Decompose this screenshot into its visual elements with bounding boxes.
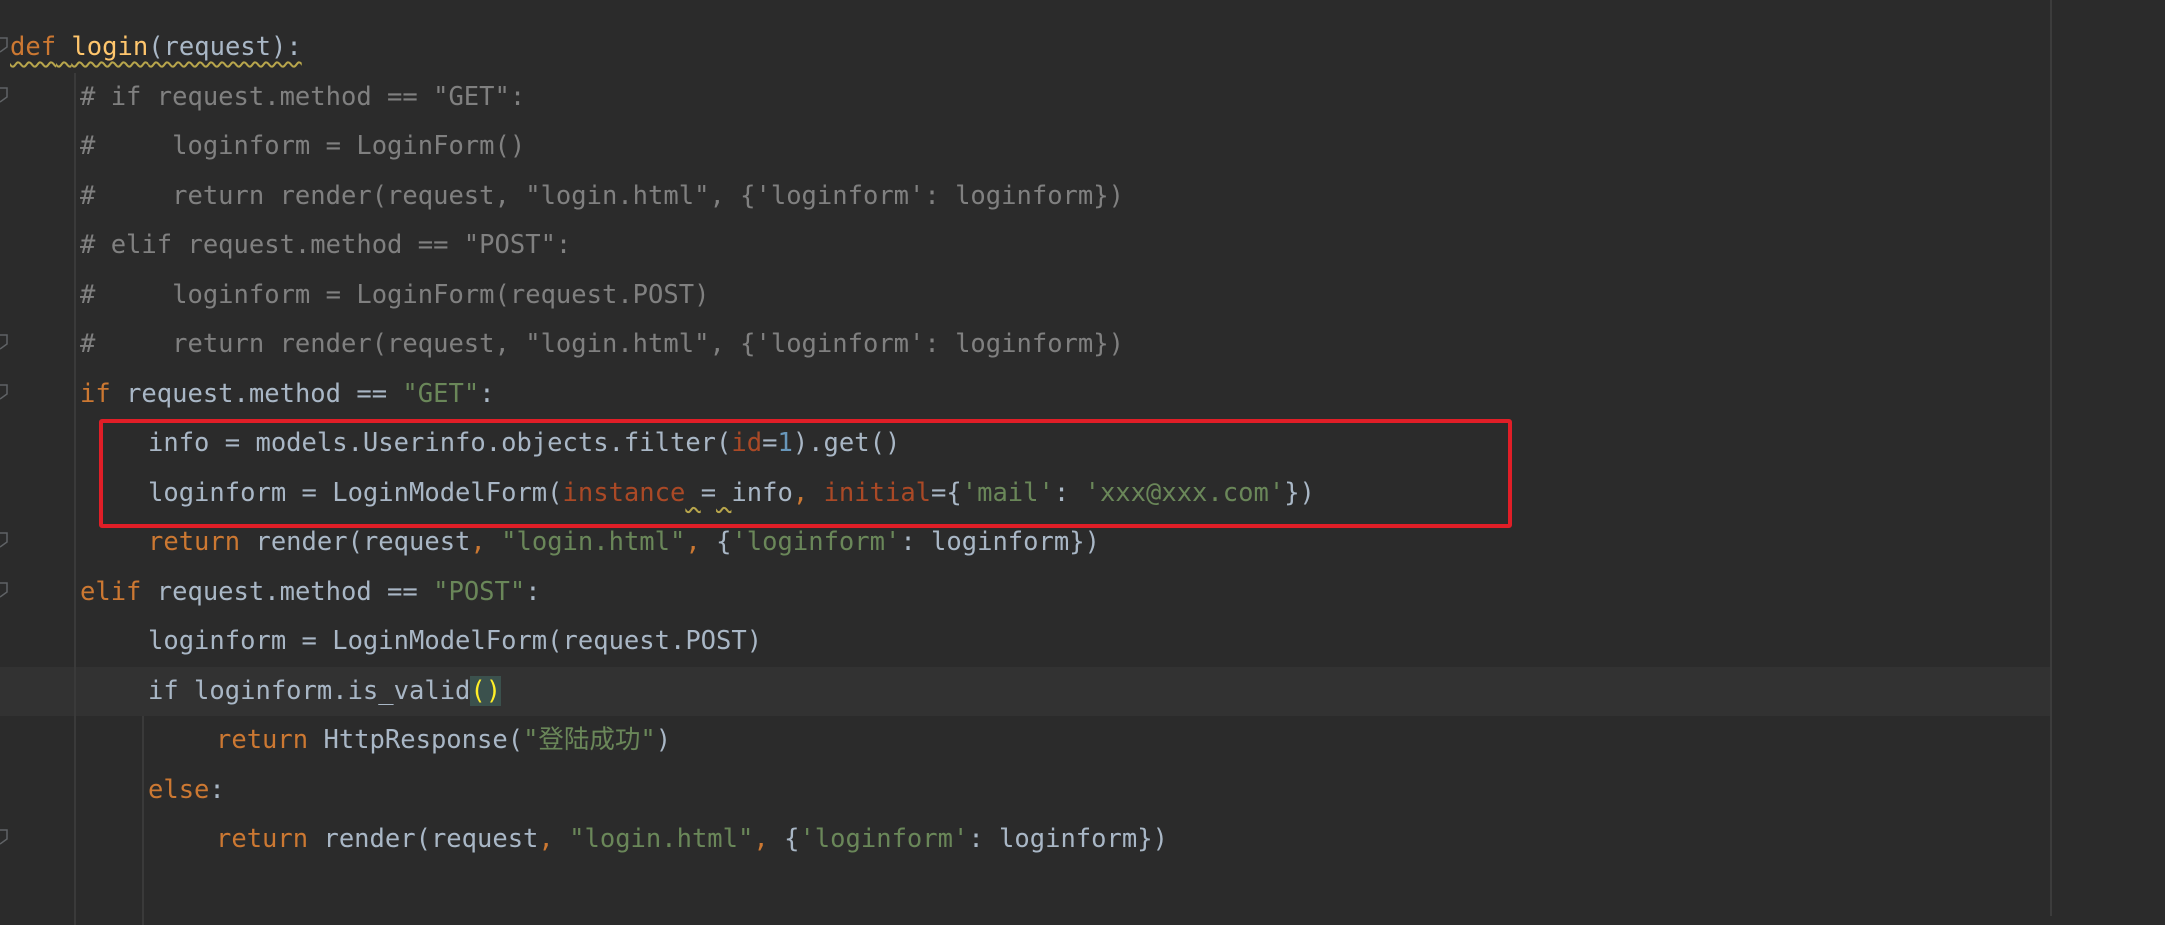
code-line[interactable]: # return render(request, "login.html", {… <box>0 172 2050 222</box>
indent-guide <box>142 716 144 925</box>
code-line-text: elif request.method == "POST": <box>80 576 541 607</box>
fold-marker-icon[interactable] <box>0 86 9 103</box>
fold-marker-icon[interactable] <box>0 581 9 598</box>
code-line-text: if loginform.is_valid() <box>148 675 502 706</box>
indent-guide <box>74 72 76 925</box>
code-line[interactable]: # if request.method == "GET": <box>0 73 2050 123</box>
fold-marker-icon[interactable] <box>0 532 9 548</box>
fold-marker-icon[interactable] <box>0 37 9 53</box>
code-line-text: else: <box>148 774 225 805</box>
code-line-text: return HttpResponse("登陆成功") <box>216 725 672 755</box>
fold-marker-icon[interactable] <box>0 829 9 845</box>
code-line-text: # loginform = LoginForm(request.POST) <box>80 279 710 310</box>
code-line[interactable]: def login(request): <box>0 23 2050 73</box>
code-line[interactable]: # elif request.method == "POST": <box>0 221 2050 271</box>
code-line[interactable]: # return render(request, "login.html", {… <box>0 320 2050 370</box>
code-line-text: # if request.method == "GET": <box>80 81 526 112</box>
code-line[interactable]: if loginform.is_valid() <box>0 666 2050 716</box>
code-line[interactable]: else: <box>0 766 2050 816</box>
code-line-text: # return render(request, "login.html", {… <box>80 180 1124 211</box>
code-line[interactable]: elif request.method == "POST": <box>0 568 2050 618</box>
fold-marker-icon[interactable] <box>0 383 9 400</box>
fold-marker-icon[interactable] <box>0 334 9 350</box>
code-line-text: if request.method == "GET": <box>80 378 495 409</box>
code-line-text: return render(request, "login.html", {'l… <box>216 824 1168 854</box>
code-line-text: # loginform = LoginForm() <box>80 131 526 161</box>
code-line[interactable]: # loginform = LoginForm(request.POST) <box>0 271 2050 321</box>
right-margin-guide <box>2050 0 2052 916</box>
red-highlight-box <box>99 419 1512 528</box>
code-line[interactable]: loginform = LoginModelForm(request.POST) <box>0 617 2050 667</box>
code-editor[interactable]: def login(request): # if request.method =… <box>0 0 2165 925</box>
code-line[interactable]: if request.method == "GET": <box>0 370 2050 420</box>
code-line-text: # return render(request, "login.html", {… <box>80 329 1124 359</box>
code-line-text: def login(request): <box>10 32 302 62</box>
code-line-text: loginform = LoginModelForm(request.POST) <box>148 626 763 656</box>
code-line[interactable]: return render(request, "login.html", {'l… <box>0 815 2050 865</box>
code-line[interactable]: # loginform = LoginForm() <box>0 122 2050 172</box>
code-line-text: # elif request.method == "POST": <box>80 230 572 260</box>
code-line[interactable]: return HttpResponse("登陆成功") <box>0 716 2050 766</box>
